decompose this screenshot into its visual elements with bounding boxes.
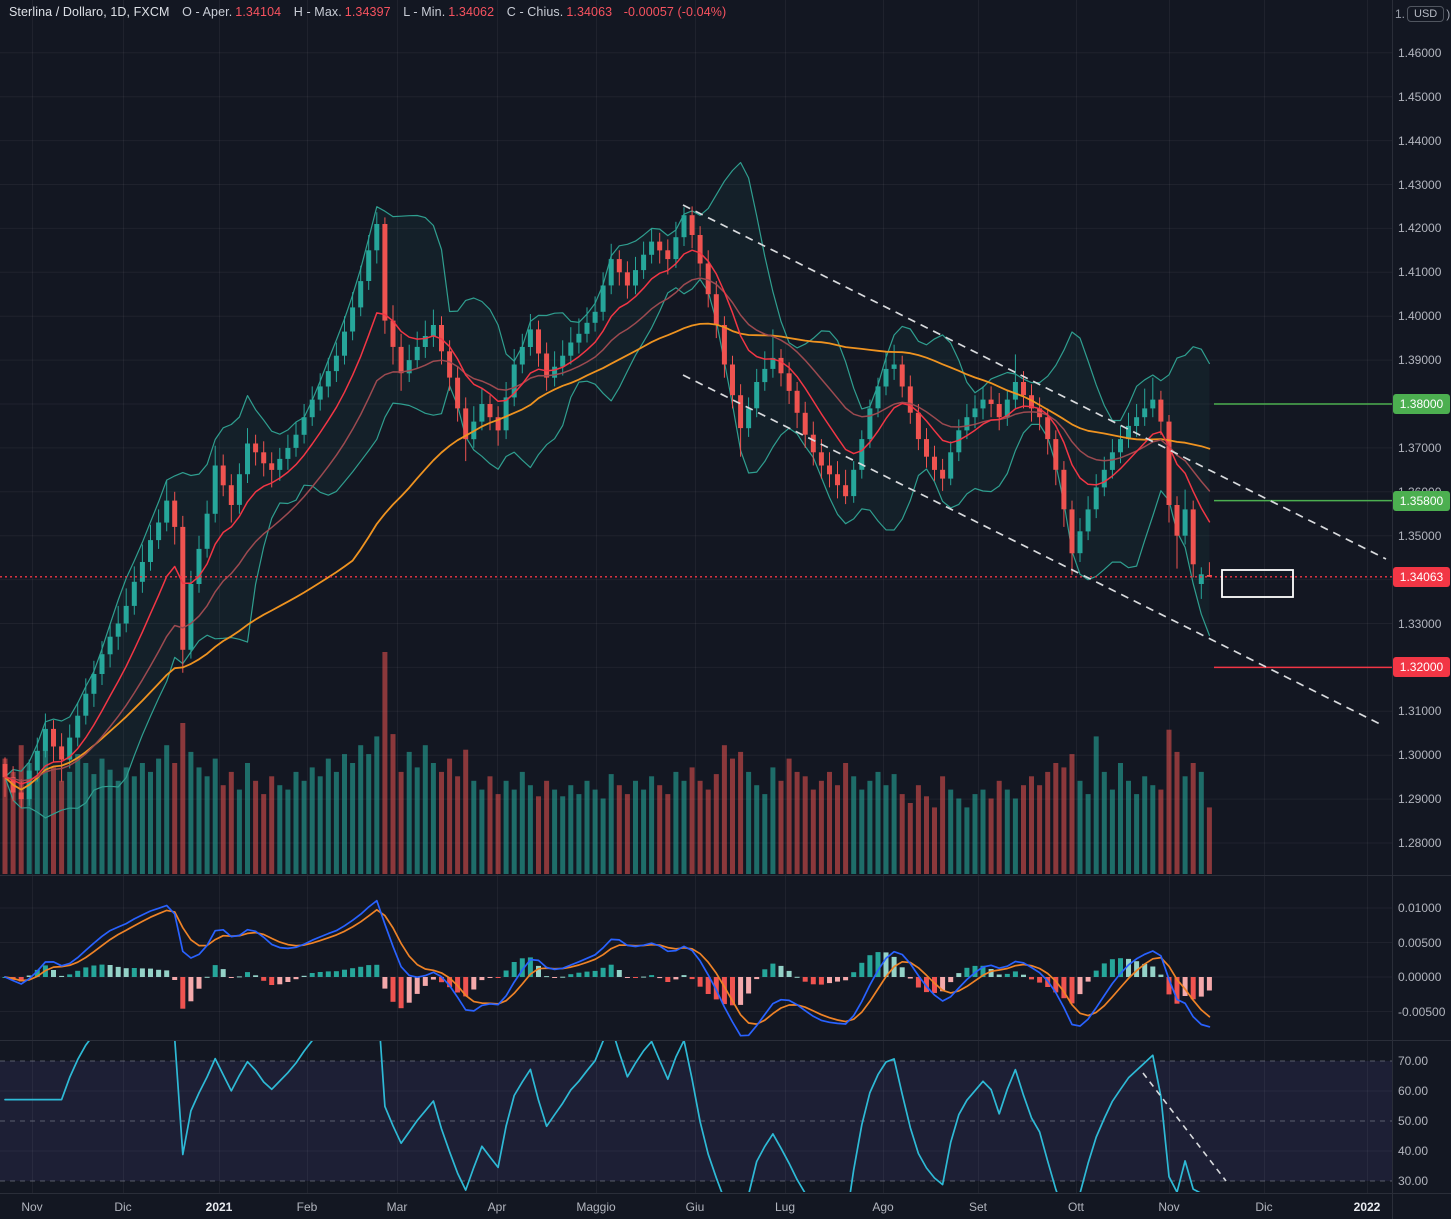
time-tick-label: Nov — [21, 1200, 42, 1214]
price-tick-label: 1.43000 — [1398, 178, 1441, 192]
rsi-tick-label: 30.00 — [1398, 1174, 1428, 1188]
open-label: O - Aper. — [182, 5, 232, 19]
chart-root: 1.38000 1.35800 1.34063 1.32000 1.46000 1.450… — [0, 0, 1451, 1219]
price-tick-label: 1.41000 — [1398, 265, 1441, 279]
symbol-legend: Sterlina / Dollaro, 1D, FXCM O - Aper.1.… — [9, 5, 726, 19]
close-value: 1.34063 — [566, 5, 612, 19]
price-axis-unit: 1. USD ) — [1395, 6, 1450, 22]
macd-tick-label: 0.01000 — [1398, 901, 1441, 915]
trendline[interactable] — [683, 375, 1384, 726]
change-value: -0.00057 (-0.04%) — [624, 5, 726, 19]
open-value: 1.34104 — [235, 5, 281, 19]
time-tick-label: Ott — [1068, 1200, 1084, 1214]
time-tick-label: Mar — [387, 1200, 408, 1214]
price-level-badge[interactable]: 1.32000 — [1393, 657, 1450, 677]
time-tick-label: 2022 — [1354, 1200, 1381, 1214]
rsi-tick-label: 60.00 — [1398, 1084, 1428, 1098]
macd-tick-label: 0.00500 — [1398, 936, 1441, 950]
time-tick-label: Ago — [872, 1200, 893, 1214]
panel-divider[interactable] — [0, 1040, 1451, 1041]
bollinger-fill — [5, 163, 1209, 818]
rsi-tick-label: 70.00 — [1398, 1054, 1428, 1068]
time-tick-label: Set — [969, 1200, 987, 1214]
unit-suffix: ) — [1446, 7, 1450, 21]
price-tick-label: 1.33000 — [1398, 617, 1441, 631]
low-label: L - Min. — [403, 5, 445, 19]
time-tick-label: Feb — [297, 1200, 318, 1214]
time-tick-label: Dic — [1255, 1200, 1272, 1214]
macd-tick-label: -0.00500 — [1398, 1005, 1445, 1019]
time-tick-label: Dic — [114, 1200, 131, 1214]
time-axis-border — [0, 1193, 1451, 1194]
time-tick-label: Lug — [775, 1200, 795, 1214]
symbol-title[interactable]: Sterlina / Dollaro, 1D, FXCM — [9, 5, 169, 19]
price-tick-label: 1.37000 — [1398, 441, 1441, 455]
price-pane[interactable] — [3, 163, 1212, 875]
price-tick-label: 1.44000 — [1398, 134, 1441, 148]
time-tick-label: Giu — [686, 1200, 705, 1214]
time-tick-label: Maggio — [576, 1200, 615, 1214]
price-tick-label: 1.46000 — [1398, 46, 1441, 60]
price-tick-label: 1.29000 — [1398, 792, 1441, 806]
low-value: 1.34062 — [448, 5, 494, 19]
axis-currency-button[interactable]: USD — [1407, 6, 1444, 22]
rsi-tick-label: 40.00 — [1398, 1144, 1428, 1158]
price-tick-label: 1.42000 — [1398, 221, 1441, 235]
price-tick-label: 1.31000 — [1398, 704, 1441, 718]
price-chart-canvas[interactable] — [0, 0, 1451, 1219]
price-tick-label: 1.35000 — [1398, 529, 1441, 543]
volume-bars — [3, 652, 1212, 874]
price-level-badge[interactable]: 1.38000 — [1393, 394, 1450, 414]
time-tick-label: Apr — [488, 1200, 507, 1214]
high-label: H - Max. — [294, 5, 342, 19]
macd-pane[interactable] — [3, 901, 1212, 1036]
current-price-badge[interactable]: 1.34063 — [1393, 567, 1450, 587]
price-tick-label: 1.40000 — [1398, 309, 1441, 323]
macd-histogram — [3, 952, 1212, 1009]
price-axis-border — [1392, 0, 1393, 1219]
price-tick-label: 1.28000 — [1398, 836, 1441, 850]
price-tick-label: 1.45000 — [1398, 90, 1441, 104]
time-tick-label: 2021 — [206, 1200, 233, 1214]
unit-prefix: 1. — [1395, 7, 1405, 21]
panel-divider[interactable] — [0, 875, 1451, 876]
macd-tick-label: 0.00000 — [1398, 970, 1441, 984]
measurement-box[interactable] — [1222, 570, 1293, 597]
high-value: 1.34397 — [345, 5, 391, 19]
price-level-badge[interactable]: 1.35800 — [1393, 491, 1450, 511]
price-tick-label: 1.30000 — [1398, 748, 1441, 762]
time-tick-label: Nov — [1158, 1200, 1179, 1214]
price-tick-label: 1.39000 — [1398, 353, 1441, 367]
rsi-tick-label: 50.00 — [1398, 1114, 1428, 1128]
close-label: C - Chius. — [507, 5, 564, 19]
